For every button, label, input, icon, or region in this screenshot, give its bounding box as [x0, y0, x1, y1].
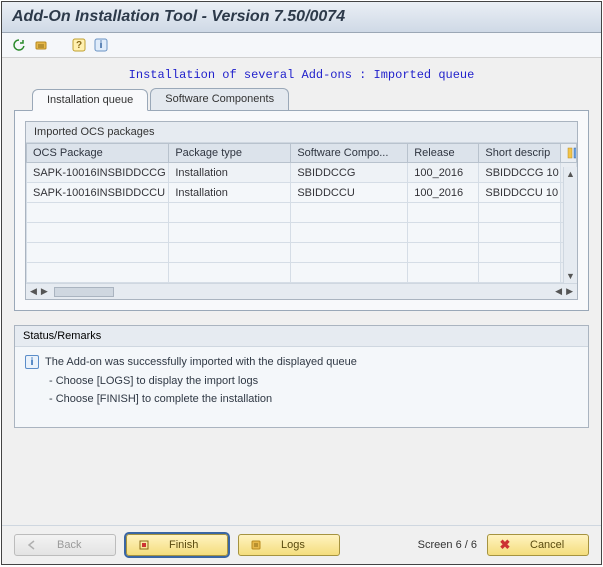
finish-button[interactable]: Finish [126, 534, 228, 556]
scroll-thumb[interactable] [54, 287, 114, 297]
button-label: Cancel [530, 539, 564, 551]
page-title: Add-On Installation Tool - Version 7.50/… [2, 2, 601, 33]
table-row [27, 203, 577, 223]
grid-wrap: OCS Package Package type Software Compo.… [26, 143, 577, 299]
svg-text:i: i [100, 40, 103, 51]
col-release[interactable]: Release [408, 144, 479, 163]
scroll-down-icon[interactable]: ▼ [566, 269, 575, 283]
subtitle: Installation of several Add-ons : Import… [2, 58, 601, 88]
status-group: Status/Remarks i The Add-on was successf… [14, 325, 589, 428]
logs-button[interactable]: Logs [238, 534, 340, 556]
column-config-icon[interactable] [560, 144, 576, 163]
status-text: - Choose [LOGS] to display the import lo… [25, 372, 578, 391]
packages-group: Imported OCS packages OCS Package Packag… [25, 121, 578, 300]
refresh-icon[interactable] [10, 36, 28, 54]
cell: Installation [169, 163, 291, 183]
table-row [27, 223, 577, 243]
toolbar: ? i [2, 33, 601, 58]
back-icon [25, 539, 39, 551]
back-button: Back [14, 534, 116, 556]
vertical-scrollbar[interactable]: ▲ ▼ [563, 167, 577, 283]
logs-icon [249, 539, 263, 551]
table-row [27, 263, 577, 283]
cell: SBIDDCCG 10 [479, 163, 560, 183]
table-row[interactable]: SAPK-10016INSBIDDCCU Installation SBIDDC… [27, 183, 577, 203]
info-icon[interactable]: i [92, 36, 110, 54]
cell: SBIDDCCU 10 [479, 183, 560, 203]
packages-table: OCS Package Package type Software Compo.… [26, 143, 577, 283]
cell: 100_2016 [408, 183, 479, 203]
scroll-right-icon[interactable]: ▶ [39, 286, 50, 297]
cell: SBIDDCCG [291, 163, 408, 183]
status-line: i The Add-on was successfully imported w… [25, 353, 578, 372]
status-text: - Choose [FINISH] to complete the instal… [25, 390, 578, 409]
scroll-up-icon[interactable]: ▲ [566, 167, 575, 181]
info-icon: i [25, 355, 39, 369]
table-row [27, 243, 577, 263]
tab-strip: Installation queue Software Components [2, 88, 601, 110]
status-title: Status/Remarks [15, 326, 588, 347]
button-label: Logs [281, 539, 305, 551]
scroll-left-icon[interactable]: ◀ [553, 286, 564, 297]
col-short-desc[interactable]: Short descrip [479, 144, 560, 163]
status-body: i The Add-on was successfully imported w… [15, 347, 588, 427]
col-package-type[interactable]: Package type [169, 144, 291, 163]
app-window: Add-On Installation Tool - Version 7.50/… [1, 1, 602, 565]
cell: SAPK-10016INSBIDDCCG [27, 163, 169, 183]
footer-bar: Back Finish Logs Screen 6 / 6 ✖ Cancel [2, 525, 601, 564]
cell: 100_2016 [408, 163, 479, 183]
import-queue-icon[interactable] [32, 36, 50, 54]
cell: SBIDDCCU [291, 183, 408, 203]
screen-counter: Screen 6 / 6 [418, 539, 477, 551]
help-icon[interactable]: ? [70, 36, 88, 54]
group-title: Imported OCS packages [26, 122, 577, 143]
col-ocs-package[interactable]: OCS Package [27, 144, 169, 163]
cancel-button[interactable]: ✖ Cancel [487, 534, 589, 556]
scroll-left-icon[interactable]: ◀ [28, 286, 39, 297]
button-label: Back [57, 539, 81, 551]
scroll-right-icon[interactable]: ▶ [564, 286, 575, 297]
status-text: The Add-on was successfully imported wit… [45, 353, 357, 372]
cell: Installation [169, 183, 291, 203]
cancel-icon: ✖ [498, 537, 512, 553]
tab-installation-queue[interactable]: Installation queue [32, 89, 148, 111]
tab-software-components[interactable]: Software Components [150, 88, 289, 110]
horizontal-scrollbar[interactable]: ◀ ▶ ◀ ▶ [26, 283, 577, 299]
finish-icon [137, 539, 151, 551]
tab-panel: Imported OCS packages OCS Package Packag… [14, 110, 589, 311]
table-row[interactable]: SAPK-10016INSBIDDCCG Installation SBIDDC… [27, 163, 577, 183]
svg-text:?: ? [76, 40, 82, 51]
table-header-row: OCS Package Package type Software Compo.… [27, 144, 577, 163]
cell: SAPK-10016INSBIDDCCU [27, 183, 169, 203]
col-software-comp[interactable]: Software Compo... [291, 144, 408, 163]
button-label: Finish [169, 539, 198, 551]
